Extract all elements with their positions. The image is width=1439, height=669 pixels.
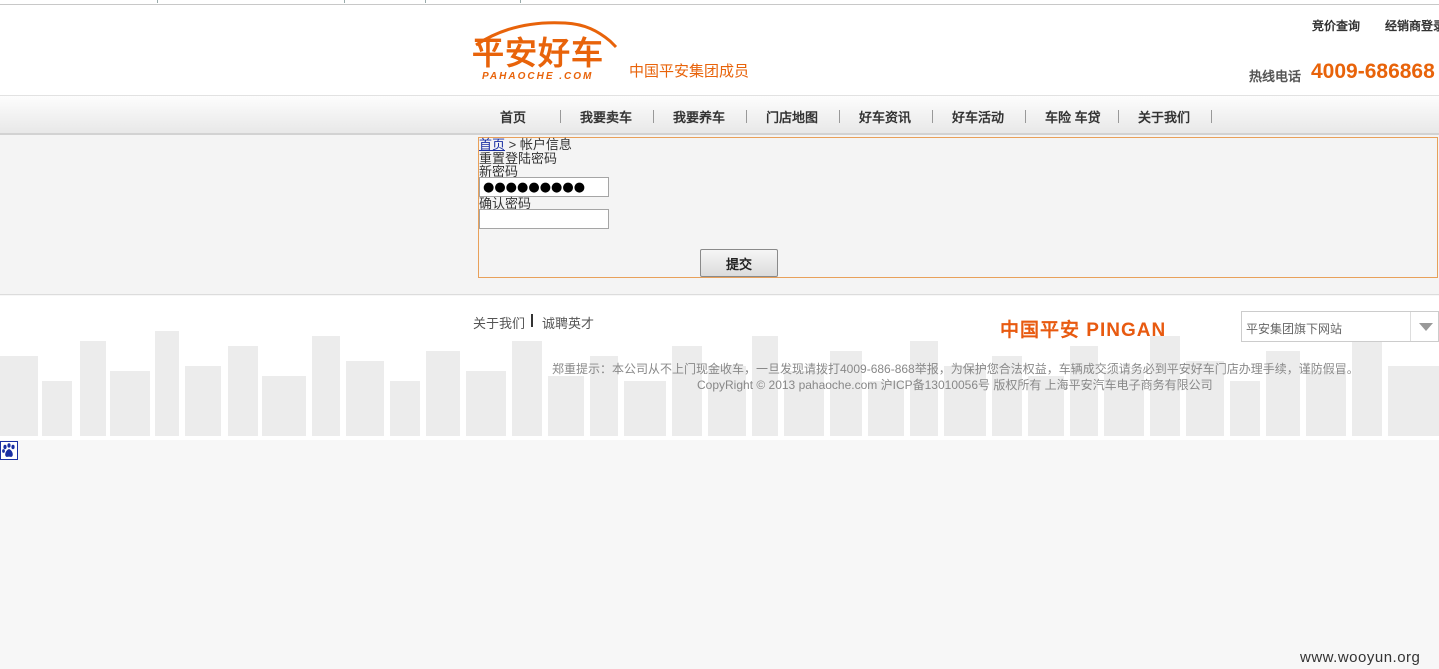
logo-text: 平安好车 (472, 35, 605, 71)
site-footer: 关于我们 诚聘英才 中国平安 PINGAN 平安集团旗下网站 郑重提示：本公司从… (0, 296, 1439, 436)
footer-careers-link[interactable]: 诚聘英才 (542, 313, 594, 332)
nav-separator (839, 110, 840, 123)
breadcrumb-home-link[interactable]: 首页 (479, 137, 505, 152)
footer-separator (531, 314, 533, 327)
breadcrumb-current: 帐户信息 (519, 137, 572, 152)
pingan-logo: 中国平安 PINGAN (1000, 320, 1167, 341)
nav-item-events[interactable]: 好车活动 (952, 107, 1004, 126)
nav-item-car-care[interactable]: 我要养车 (673, 107, 725, 126)
chevron-down-icon (1419, 323, 1433, 331)
nav-item-insurance-loan[interactable]: 车险 车贷 (1045, 107, 1101, 126)
nav-item-sell-car[interactable]: 我要卖车 (580, 107, 632, 126)
breadcrumb: 首页 > 帐户信息 (479, 137, 572, 152)
group-sites-dropdown[interactable]: 平安集团旗下网站 (1241, 311, 1439, 342)
nav-separator (653, 110, 654, 123)
dropdown-toggle[interactable] (1410, 312, 1439, 341)
baidu-paw-icon[interactable] (0, 441, 18, 460)
breadcrumb-separator: > (508, 137, 517, 152)
nav-separator (932, 110, 933, 123)
nav-item-home[interactable]: 首页 (500, 107, 526, 126)
site-logo[interactable]: 平安好车 PAHAOCHE .COM (470, 19, 620, 85)
nav-separator (1118, 110, 1119, 123)
brand-slogan: 中国平安集团成员 (629, 63, 750, 80)
account-panel (478, 137, 1438, 278)
footer-copyright: CopyRight © 2013 pahaoche.com 沪ICP备13010… (697, 378, 1213, 392)
nav-item-store-map[interactable]: 门店地图 (766, 107, 818, 126)
page-background (0, 436, 1439, 669)
hotline-label: 热线电话 (1249, 69, 1302, 84)
watermark: www.wooyun.org (1300, 649, 1421, 666)
nav-separator (1211, 110, 1212, 123)
main-nav: 首页 我要卖车 我要养车 门店地图 好车资讯 好车活动 车险 车贷 关于我们 (0, 95, 1439, 135)
new-password-input[interactable] (479, 177, 609, 197)
site-header: 平安好车 PAHAOCHE .COM 中国平安集团成员 竞价查询 经销商登录 热… (0, 5, 1439, 95)
nav-item-about[interactable]: 关于我们 (1138, 107, 1190, 126)
hotline-number: 4009-686868 (1311, 60, 1435, 83)
submit-button[interactable]: 提交 (700, 249, 778, 277)
dealer-login-link[interactable]: 经销商登录 (1385, 17, 1439, 34)
group-sites-selected: 平安集团旗下网站 (1246, 322, 1343, 336)
nav-separator (560, 110, 561, 123)
nav-separator (1025, 110, 1026, 123)
nav-separator (746, 110, 747, 123)
logo-subtext: PAHAOCHE .COM (482, 71, 594, 82)
footer-about-link[interactable]: 关于我们 (473, 313, 525, 332)
nav-item-news[interactable]: 好车资讯 (859, 107, 911, 126)
footer-notice: 郑重提示：本公司从不上门现金收车，一旦发现请拨打4009-686-868举报，为… (552, 362, 1359, 376)
bid-query-link[interactable]: 竞价查询 (1312, 17, 1360, 34)
confirm-password-input[interactable] (479, 209, 609, 229)
